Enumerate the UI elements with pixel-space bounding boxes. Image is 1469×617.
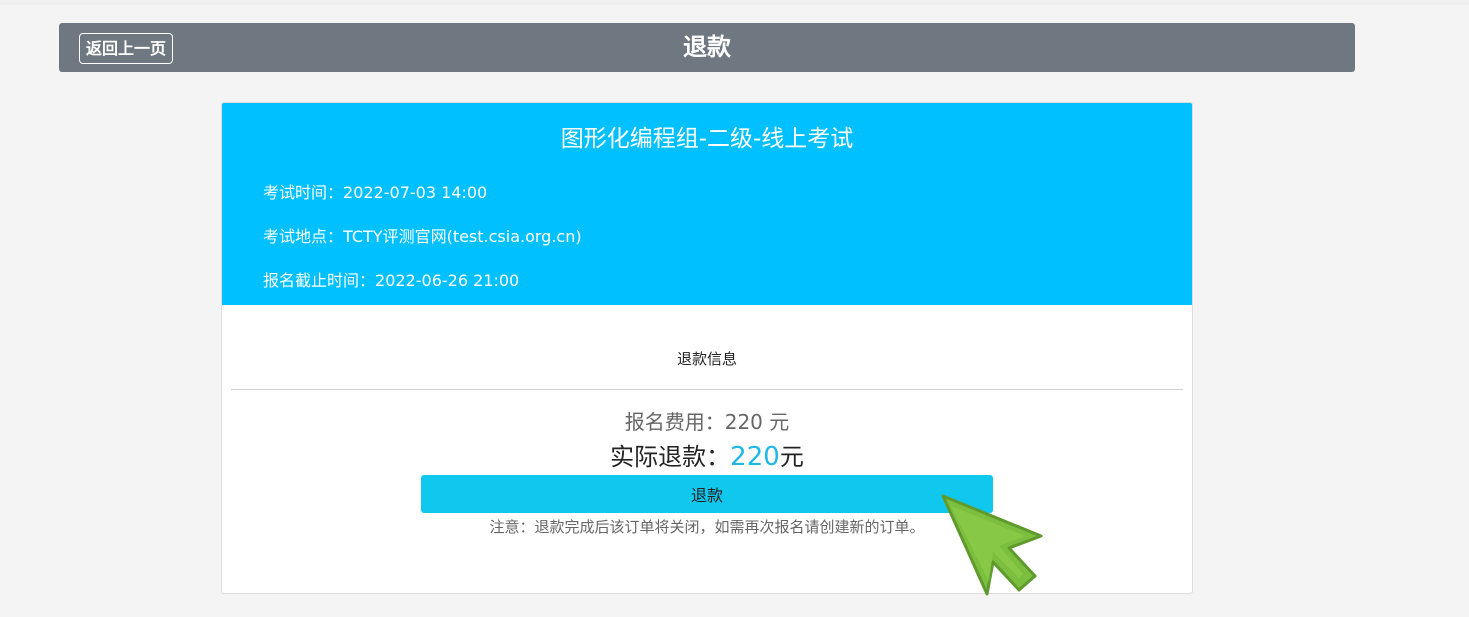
- actual-refund-unit: 元: [779, 443, 804, 471]
- pointer-arrow-icon: [941, 494, 1043, 596]
- page-title: 退款: [683, 33, 731, 61]
- actual-refund-row: 实际退款：220元: [222, 437, 1192, 472]
- exam-title: 图形化编程组-二级-线上考试: [560, 126, 854, 152]
- refund-button[interactable]: 退款: [421, 475, 993, 513]
- exam-time-label: 考试时间：: [263, 183, 344, 202]
- deadline-label: 报名截止时间：: [263, 271, 376, 290]
- top-strip: [0, 0, 1469, 5]
- fee-unit: 元: [769, 410, 790, 434]
- exam-location-value: TCTY评测官网(test.csia.org.cn): [343, 227, 582, 246]
- divider: [231, 389, 1183, 390]
- exam-location-label: 考试地点：: [263, 227, 344, 246]
- actual-refund-label: 实际退款：: [610, 443, 731, 471]
- page-header: 返回上一页 退款: [59, 23, 1355, 72]
- fee-value: 220: [724, 410, 763, 434]
- deadline-row: 报名截止时间：2022-06-26 21:00: [263, 267, 519, 291]
- deadline-value: 2022-06-26 21:00: [375, 271, 520, 290]
- exam-location-row: 考试地点：TCTY评测官网(test.csia.org.cn): [263, 223, 582, 247]
- refund-section-title: 退款信息: [676, 350, 737, 368]
- actual-refund-value: 220: [730, 442, 780, 472]
- fee-label: 报名费用：: [624, 410, 725, 434]
- exam-time-value: 2022-07-03 14:00: [343, 183, 488, 202]
- exam-info-panel: 图形化编程组-二级-线上考试 考试时间：2022-07-03 14:00 考试地…: [222, 103, 1192, 305]
- fee-row: 报名费用：220 元: [222, 406, 1192, 435]
- exam-time-row: 考试时间：2022-07-03 14:00: [263, 179, 487, 203]
